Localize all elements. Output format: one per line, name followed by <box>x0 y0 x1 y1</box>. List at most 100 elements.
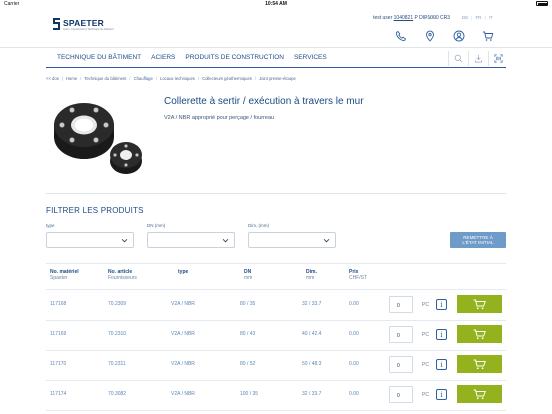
type-value: V2A / NBR <box>171 391 195 397</box>
nav-item-aciers[interactable]: ACIERS <box>146 50 180 68</box>
article-number: 70.2309 <box>108 301 127 307</box>
dn-value: 80 / 43 <box>240 331 256 337</box>
unit-label: PC <box>422 362 429 368</box>
info-icon[interactable]: i <box>436 359 447 370</box>
breadcrumb-chauffage[interactable]: Chauffage <box>134 76 153 81</box>
reset-label-line2: L'ÉTAT INITIAL <box>462 240 494 245</box>
filter-title: FILTRER LES PRODUITS <box>46 206 144 215</box>
unit-label: PC <box>422 392 429 398</box>
article-number: 70.3082 <box>108 391 127 397</box>
info-icon[interactable]: i <box>436 329 447 340</box>
dn-value: 80 / 35 <box>240 301 256 307</box>
nav-tools <box>448 51 508 66</box>
table-row: 117174 70.3082 V2A / NBR 100 / 35 32 / 33.7 0… <box>46 381 506 411</box>
table-row: 117169 70.2310 V2A / NBR 80 / 43 40 / 42.4 0.… <box>46 321 506 351</box>
breadcrumb-home[interactable]: Home <box>66 76 77 81</box>
col-price: Prix CHF/ST <box>349 269 368 281</box>
nav-underline <box>46 67 506 68</box>
quantity-input[interactable]: 0 <box>389 296 413 313</box>
user-unit: SG4738 <box>424 16 437 20</box>
lang-de[interactable]: DE <box>462 15 468 20</box>
dim-value: 50 / 48.3 <box>302 361 322 367</box>
filter-dn-select[interactable] <box>147 232 235 248</box>
type-value: V2A / NBR <box>171 301 195 307</box>
col-dim: Dim. mm <box>306 269 317 281</box>
unit-label: PC <box>422 302 429 308</box>
quantity-input[interactable]: 0 <box>389 386 413 403</box>
dn-value: 80 / 52 <box>240 361 256 367</box>
material-number-link[interactable]: 117174 <box>50 391 66 397</box>
cart-icon[interactable] <box>482 30 494 42</box>
nav-item-technique[interactable]: TECHNIQUE DU BÂTIMENT <box>52 50 146 68</box>
dim-value: 40 / 42.4 <box>302 331 322 337</box>
filter-dim-select[interactable] <box>248 232 336 248</box>
cart-icon <box>473 359 486 370</box>
cart-icon <box>473 299 486 310</box>
breadcrumb: << dos | Home / Technique du bâtiment / Cha… <box>46 76 296 81</box>
price-value: 0.00 <box>349 361 359 367</box>
quantity-input[interactable]: 0 <box>389 326 413 343</box>
search-icon[interactable] <box>448 51 468 66</box>
add-to-cart-button[interactable] <box>457 355 502 373</box>
price-value: 0.00 <box>349 391 359 397</box>
breadcrumb-collecteurs[interactable]: Collecteurs géothermiques <box>202 76 252 81</box>
nav-item-produits[interactable]: PRODUITS DE CONSTRUCTION <box>180 50 289 68</box>
cart-icon <box>473 329 486 340</box>
phone-icon[interactable] <box>395 30 407 42</box>
download-icon[interactable] <box>468 51 488 66</box>
top-icons <box>395 30 494 42</box>
chevron-down-icon <box>222 239 229 243</box>
quantity-input[interactable]: 0 <box>389 356 413 373</box>
spaeter-logo[interactable]: SPAETER Acier | Construction | Technique… <box>52 16 132 38</box>
clock: 10:54 AM <box>265 1 287 7</box>
add-to-cart-button[interactable] <box>457 385 502 403</box>
col-dn: DN mm <box>244 269 253 281</box>
table-header: No. matériel Spaeter No. article Fournisse… <box>46 263 506 290</box>
chevron-down-icon <box>121 239 128 243</box>
material-number-link[interactable]: 117169 <box>50 331 66 337</box>
price-value: 0.00 <box>349 301 359 307</box>
filter-dn-label: DN (mm) <box>147 223 166 228</box>
price-value: 0.00 <box>349 331 359 337</box>
unit-label: PC <box>422 332 429 338</box>
main-nav: TECHNIQUE DU BÂTIMENT ACIERS PRODUITS DE… <box>52 50 332 68</box>
status-bar: Carrier 10:54 AM <box>0 0 552 8</box>
product-title: Collerette à sertir / exécution à traver… <box>164 96 364 107</box>
material-number-link[interactable]: 117170 <box>50 361 66 367</box>
brand-name: SPAETER <box>63 18 104 28</box>
barcode-scan-icon[interactable] <box>488 51 508 66</box>
dim-value: 32 / 33.7 <box>302 301 322 307</box>
lang-fr[interactable]: FR <box>475 15 481 20</box>
col-material: No. matériel Spaeter <box>50 269 79 281</box>
dn-value: 100 / 35 <box>240 391 259 397</box>
article-number: 70.2311 <box>108 361 126 367</box>
filter-type-select[interactable] <box>46 232 134 248</box>
table-row: 117170 70.2311 V2A / NBR 80 / 52 50 / 48.3 0.… <box>46 351 506 381</box>
info-icon[interactable]: i <box>436 389 447 400</box>
breadcrumb-locaux[interactable]: Locaux techniques <box>160 76 195 81</box>
add-to-cart-button[interactable] <box>457 325 502 343</box>
info-icon[interactable]: i <box>436 299 447 310</box>
breadcrumb-back[interactable]: << dos <box>46 76 59 81</box>
material-number-link[interactable]: 117168 <box>50 301 66 307</box>
language-switcher: DE | FR | IT <box>462 15 493 20</box>
user-id-link[interactable]: 1040821 <box>394 15 413 21</box>
type-value: V2A / NBR <box>171 361 195 367</box>
add-to-cart-button[interactable] <box>457 295 502 313</box>
breadcrumb-current: Joint presse-étoupe <box>259 76 296 81</box>
breadcrumb-technique[interactable]: Technique du bâtiment <box>84 76 126 81</box>
brand-tagline: Acier | Construction | Technique du bâti… <box>63 28 114 31</box>
reset-filters-button[interactable]: REMETTRE À L'ÉTAT INITIAL <box>450 232 506 248</box>
article-number: 70.2310 <box>108 331 127 337</box>
nav-item-services[interactable]: SERVICES <box>289 50 332 68</box>
header-divider <box>0 47 552 48</box>
cart-icon <box>473 389 486 400</box>
lang-it[interactable]: IT <box>489 15 493 20</box>
user-prefix: test user <box>373 15 393 21</box>
location-pin-icon[interactable] <box>424 30 436 42</box>
product-subtitle: V2A / NBR approprié pour perçage / fourr… <box>164 115 275 121</box>
user-icon[interactable] <box>453 30 465 42</box>
dim-value: 32 / 33.7 <box>302 391 322 397</box>
chevron-down-icon <box>323 239 330 243</box>
type-value: V2A / NBR <box>171 331 195 337</box>
